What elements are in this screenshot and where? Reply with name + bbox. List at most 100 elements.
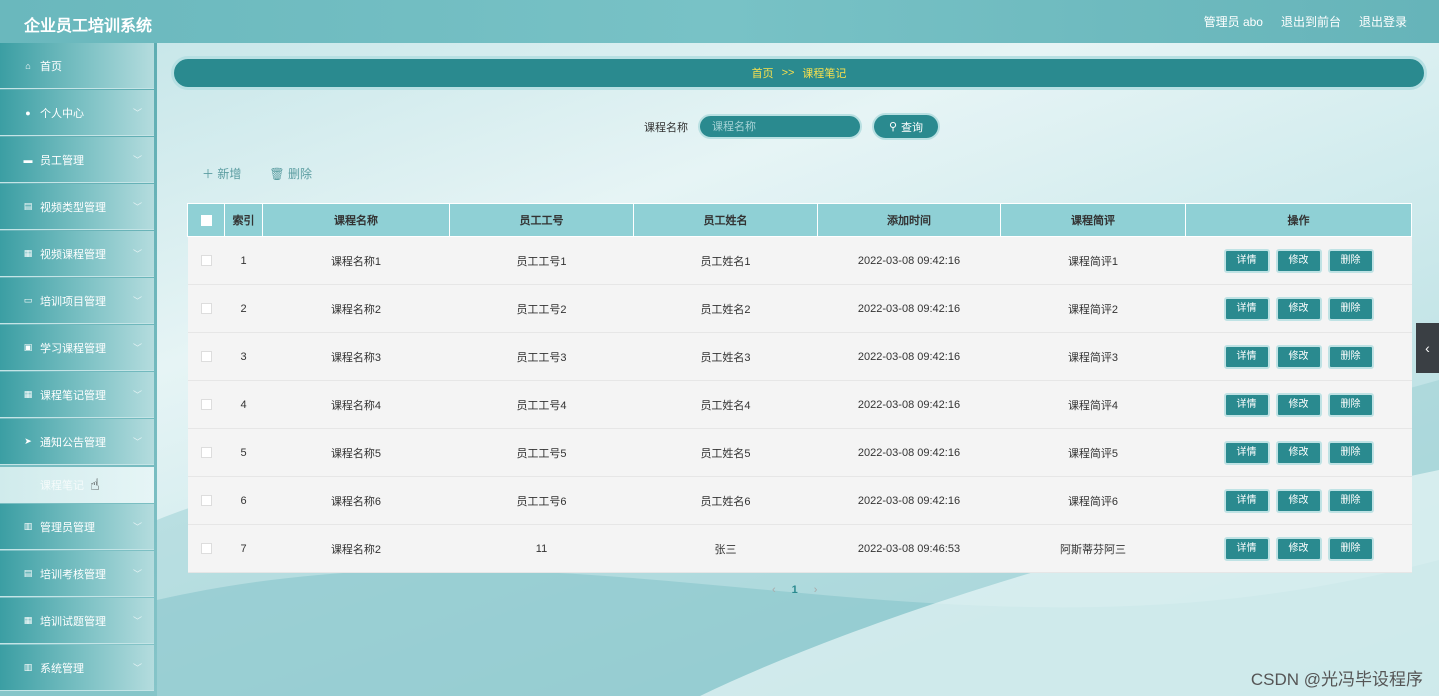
pagination: ‹ 1 ›	[772, 584, 817, 596]
delete-row-button[interactable]: 删除	[1327, 248, 1374, 273]
row-checkbox[interactable]	[200, 255, 212, 267]
table-cell: 课程简评1	[1000, 236, 1186, 285]
table-cell: 课程名称3	[262, 332, 450, 381]
table-cell: 阿斯蒂芬阿三	[1000, 524, 1186, 573]
row-select-cell	[187, 380, 225, 429]
sidebar-item-label: 学习课程管理	[40, 342, 106, 355]
sidebar-item[interactable]: ➤ 通知公告管理 ﹀	[0, 419, 154, 465]
table-row: 6 课程名称6 员工工号6 员工姓名6 2022-03-08 09:42:16 课程简评6…	[187, 476, 1412, 525]
table-cell: 2022-03-08 09:42:16	[817, 476, 1001, 525]
table-row: 5 课程名称5 员工工号5 员工姓名5 2022-03-08 09:42:16 课程简评5…	[187, 428, 1412, 477]
edit-button[interactable]: 修改	[1275, 536, 1322, 561]
search-row: 课程名称 ⚲ 查询	[644, 113, 940, 140]
table-cell: 员工工号2	[449, 284, 634, 333]
table-cell: 员工姓名1	[633, 236, 818, 285]
edit-button[interactable]: 修改	[1275, 344, 1322, 369]
delete-row-button[interactable]: 删除	[1327, 392, 1374, 417]
chevron-down-icon: ﹀	[132, 663, 142, 673]
chevron-down-icon: ﹀	[132, 616, 142, 626]
column-header: 课程名称	[262, 203, 450, 237]
sidebar-item[interactable]: ⌂ 首页	[0, 43, 154, 89]
row-checkbox[interactable]	[200, 495, 212, 507]
row-checkbox[interactable]	[200, 447, 212, 459]
search-icon: ⚲	[888, 121, 898, 133]
current-page[interactable]: 1	[792, 584, 798, 596]
edit-button[interactable]: 修改	[1275, 392, 1322, 417]
select-all-checkbox[interactable]	[200, 214, 212, 226]
table-cell: 2	[224, 284, 263, 333]
table-cell: 2022-03-08 09:42:16	[817, 236, 1001, 285]
table-cell: 2022-03-08 09:42:16	[817, 332, 1001, 381]
table-cell: 3	[224, 332, 263, 381]
edit-button[interactable]: 修改	[1275, 488, 1322, 513]
delete-row-button[interactable]: 删除	[1327, 296, 1374, 321]
sidebar-item[interactable]: ▭ 培训项目管理 ﹀	[0, 278, 154, 324]
top-header: 企业员工培训系统 管理员 abo 退出到前台 退出登录	[0, 0, 1439, 43]
row-checkbox[interactable]	[200, 351, 212, 363]
grid-icon: ▦	[23, 389, 33, 399]
row-checkbox[interactable]	[200, 303, 212, 315]
delete-row-button[interactable]: 删除	[1327, 488, 1374, 513]
sidebar-item[interactable]: ▤ 视频类型管理 ﹀	[0, 184, 154, 230]
sidebar-item[interactable]: ▥ 系统管理 ﹀	[0, 645, 154, 691]
detail-button[interactable]: 详情	[1223, 440, 1270, 465]
table-cell: 课程名称6	[262, 476, 450, 525]
sidebar-item[interactable]: ▦ 视频课程管理 ﹀	[0, 231, 154, 277]
table-row: 7 课程名称2 11 张三 2022-03-08 09:46:53 阿斯蒂芬阿三 详情 修改删…	[187, 524, 1412, 573]
trash-icon: 🗑	[269, 167, 285, 181]
detail-button[interactable]: 详情	[1223, 392, 1270, 417]
send-icon: ➤	[24, 436, 32, 446]
delete-row-button[interactable]: 删除	[1327, 344, 1374, 369]
logout-link[interactable]: 退出登录	[1359, 13, 1407, 30]
table-cell: 员工姓名4	[633, 380, 818, 429]
briefcase-icon: ▬	[23, 154, 33, 165]
exit-to-front-link[interactable]: 退出到前台	[1281, 13, 1341, 30]
detail-button[interactable]: 详情	[1223, 344, 1270, 369]
sidebar-item[interactable]: ▥ 管理员管理 ﹀	[0, 504, 154, 550]
grid-icon: ▦	[23, 615, 33, 625]
sidebar-subitem-course-notes[interactable]: 课程笔记 ☝	[0, 467, 154, 503]
breadcrumb-home[interactable]: 首页	[752, 65, 774, 81]
sidebar-item-label: 员工管理	[40, 154, 84, 167]
sidebar-item[interactable]: ▬ 员工管理 ﹀	[0, 137, 154, 183]
breadcrumb-separator: >>	[781, 67, 795, 79]
detail-button[interactable]: 详情	[1223, 536, 1270, 561]
delete-row-button[interactable]: 删除	[1327, 536, 1374, 561]
row-actions-cell: 详情 修改 删除	[1185, 524, 1412, 573]
detail-button[interactable]: 详情	[1223, 488, 1270, 513]
edit-button[interactable]: 修改	[1275, 296, 1322, 321]
sidebar-item[interactable]: ● 个人中心 ﹀	[0, 90, 154, 136]
detail-button[interactable]: 详情	[1223, 248, 1270, 273]
user-icon: ●	[25, 107, 31, 118]
column-header: 员工工号	[449, 203, 634, 237]
sidebar-item[interactable]: ▤ 培训考核管理 ﹀	[0, 551, 154, 597]
sidebar-item-label: 视频课程管理	[40, 248, 106, 261]
select-all-cell	[187, 203, 225, 237]
edit-button[interactable]: 修改	[1275, 440, 1322, 465]
notes-table: 索引 课程名称 员工工号 员工姓名 添加时间 课程简评 操作 1 课程名称1 员工工…	[187, 203, 1412, 573]
sidebar-item[interactable]: ▦ 课程笔记管理 ﹀	[0, 372, 154, 418]
sidebar-item[interactable]: ▦ 培训试题管理 ﹀	[0, 598, 154, 644]
table-cell: 课程简评6	[1000, 476, 1186, 525]
table-cell: 员工工号1	[449, 236, 634, 285]
add-button[interactable]: ＋ 新增	[202, 165, 241, 182]
table-cell: 员工姓名5	[633, 428, 818, 477]
search-button[interactable]: ⚲ 查询	[872, 113, 940, 140]
delete-row-button[interactable]: 删除	[1327, 440, 1374, 465]
table-cell: 员工姓名6	[633, 476, 818, 525]
admin-user-label[interactable]: 管理员 abo	[1204, 13, 1263, 30]
batch-delete-button[interactable]: 🗑 删除	[269, 165, 312, 182]
row-checkbox[interactable]	[200, 399, 212, 411]
collapse-panel-toggle[interactable]: ‹	[1416, 323, 1439, 373]
sidebar-item[interactable]: ▣ 学习课程管理 ﹀	[0, 325, 154, 371]
id-card-icon: ▣	[23, 342, 33, 352]
prev-page-button[interactable]: ‹	[772, 584, 776, 596]
course-name-search-input[interactable]	[698, 114, 862, 139]
column-header: 课程简评	[1000, 203, 1186, 237]
edit-button[interactable]: 修改	[1275, 248, 1322, 273]
next-page-button[interactable]: ›	[814, 584, 818, 596]
row-checkbox[interactable]	[200, 543, 212, 555]
table-cell: 课程简评2	[1000, 284, 1186, 333]
bar-chart-icon: ▥	[23, 521, 33, 531]
detail-button[interactable]: 详情	[1223, 296, 1270, 321]
